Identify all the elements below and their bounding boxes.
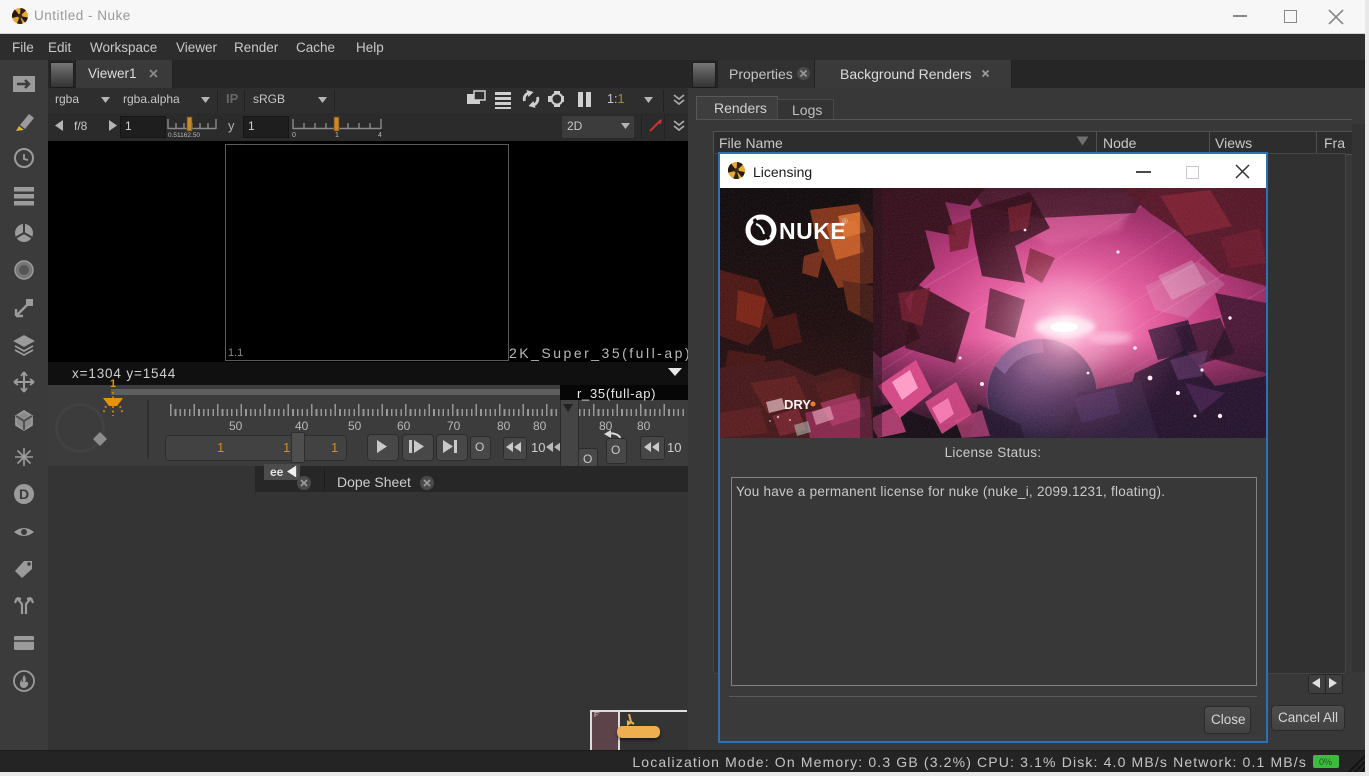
svg-text:1: 1 — [335, 132, 339, 139]
svg-text:4: 4 — [378, 132, 382, 139]
svg-text:0: 0 — [292, 132, 296, 139]
svg-text:D: D — [19, 486, 29, 502]
svg-text:0.51162.50: 0.51162.50 — [168, 132, 200, 139]
